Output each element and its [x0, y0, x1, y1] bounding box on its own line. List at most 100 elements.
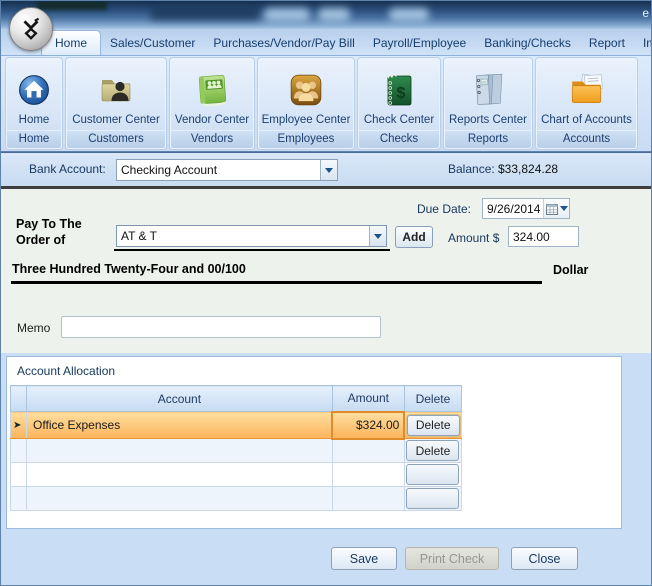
chevron-down-icon — [559, 206, 568, 211]
ribbon-group-home: Home Home — [6, 58, 62, 149]
delete-cell: Delete — [403, 411, 463, 439]
payee-dropdown-button[interactable] — [369, 226, 386, 246]
table-row — [9, 486, 463, 511]
ribbon-group-vendors: Vendor Center Vendors — [170, 58, 254, 149]
account-cell[interactable] — [26, 486, 333, 511]
payee-underline — [114, 249, 390, 251]
ribbon-group-employees: Employee Center Employees — [258, 58, 354, 149]
bank-account-select[interactable]: Checking Account — [116, 159, 338, 181]
chevron-down-icon — [374, 233, 382, 239]
table-row: Delete — [9, 438, 463, 463]
add-payee-button[interactable]: Add — [395, 226, 433, 248]
account-allocation-title: Account Allocation — [17, 364, 116, 378]
vendor-book-icon — [194, 66, 230, 114]
vendor-center-button[interactable]: Vendor Center — [171, 59, 253, 130]
customer-center-button[interactable]: Customer Center — [67, 59, 165, 130]
pay-to-line-1: Pay To The — [16, 217, 82, 231]
bank-account-value: Checking Account — [121, 163, 218, 177]
tab-purchases-vendor-pay-bill[interactable]: Purchases/Vendor/Pay Bill — [204, 31, 363, 55]
tab-import-export[interactable]: Import/Exp — [634, 31, 651, 55]
account-cell[interactable] — [26, 462, 333, 487]
row-selector-cell[interactable]: ➤ — [9, 411, 28, 439]
amount-words-underline — [11, 281, 542, 284]
amount-input[interactable] — [508, 226, 579, 247]
account-cell[interactable] — [26, 438, 333, 463]
tab-sales-customer[interactable]: Sales/Customer — [101, 31, 204, 55]
amount-cell[interactable]: $324.00 — [331, 410, 406, 440]
blurred-quick-button — [264, 8, 310, 21]
amount-cell[interactable] — [331, 438, 405, 463]
due-date-value: 9/26/2014 — [487, 201, 541, 216]
delete-row-button[interactable] — [406, 464, 460, 485]
payee-select[interactable]: AT & T — [116, 225, 387, 247]
delete-row-button[interactable]: Delete — [406, 414, 460, 436]
tab-payroll-employee[interactable]: Payroll/Employee — [364, 31, 475, 55]
ribbon-group-caption: Checks — [359, 130, 439, 148]
titlebar-edge-text: e — [642, 6, 649, 20]
check-form: Due Date: 9/26/2014 Pay To The Order of … — [1, 189, 651, 353]
app-menu-button[interactable] — [9, 7, 53, 51]
delete-cell — [403, 486, 463, 511]
table-row — [9, 462, 463, 487]
current-row-arrow-icon: ➤ — [13, 419, 22, 431]
ribbon-group-caption: Reports — [445, 130, 531, 148]
redacted-title-text — [37, 1, 107, 10]
ribbon-group-caption: Customers — [67, 130, 165, 148]
ribbon-group-reports: Reports Center Reports — [444, 58, 532, 149]
amount-cell[interactable] — [331, 462, 405, 487]
amount-in-words: Three Hundred Twenty-Four and 00/100 — [12, 262, 246, 276]
amount-label: Amount $ — [448, 231, 500, 245]
pay-to-line-2: Order of — [16, 233, 66, 247]
amount-column-header: Amount — [331, 385, 405, 412]
balance-label: Balance: — [448, 162, 495, 176]
app-logo-icon — [23, 17, 40, 40]
allocation-header-row: Account Amount Delete — [9, 385, 463, 412]
bank-account-label: Bank Account: — [29, 162, 106, 176]
due-date-field[interactable]: 9/26/2014 — [482, 198, 570, 219]
chevron-down-icon — [325, 167, 333, 173]
employee-center-button[interactable]: Employee Center — [259, 59, 353, 130]
close-button[interactable]: Close — [511, 547, 578, 570]
delete-row-button[interactable] — [406, 488, 460, 509]
bank-account-dropdown-button[interactable] — [320, 160, 337, 180]
tab-report[interactable]: Report — [580, 31, 634, 55]
delete-cell: Delete — [403, 438, 463, 463]
check-center-button[interactable]: $ Check Center — [359, 59, 439, 130]
blurred-quick-button — [318, 8, 350, 21]
row-selector-header — [9, 385, 28, 412]
titlebar: e — [1, 1, 651, 29]
bank-account-row: Bank Account: Checking Account Balance: … — [1, 153, 651, 186]
amount-cell[interactable] — [331, 486, 405, 511]
memo-input[interactable] — [61, 316, 381, 338]
row-selector-cell[interactable] — [9, 462, 28, 487]
customer-folder-icon — [97, 66, 135, 114]
payee-value: AT & T — [121, 229, 158, 243]
employee-people-icon — [289, 66, 323, 114]
account-allocation-panel: Account Allocation Account Amount Delete… — [6, 356, 622, 529]
row-selector-cell[interactable] — [9, 486, 28, 511]
svg-text:$: $ — [397, 85, 406, 102]
ribbon-group-caption: Accounts — [537, 130, 636, 148]
home-icon — [18, 66, 50, 114]
balance-value: $33,824.28 — [498, 162, 559, 176]
memo-label: Memo — [17, 321, 51, 335]
chart-of-accounts-button[interactable]: Chart of Accounts — [537, 59, 636, 130]
row-selector-cell[interactable] — [9, 438, 28, 463]
home-button[interactable]: Home — [7, 59, 61, 130]
delete-cell — [403, 462, 463, 487]
blurred-quick-button — [389, 8, 429, 21]
due-date-picker-button[interactable] — [543, 199, 569, 218]
reports-center-button[interactable]: Reports Center — [445, 59, 531, 130]
delete-row-button[interactable]: Delete — [406, 440, 460, 461]
calendar-icon — [545, 203, 558, 215]
redacted-window-title — [151, 7, 259, 20]
delete-column-header: Delete — [403, 385, 463, 412]
print-check-button[interactable]: Print Check — [405, 547, 499, 570]
save-button[interactable]: Save — [331, 547, 397, 570]
ribbon-group-caption: Home — [7, 130, 61, 148]
ribbon-tabs: Home Sales/Customer Purchases/Vendor/Pay… — [1, 29, 651, 56]
account-cell[interactable]: Office Expenses — [26, 411, 333, 439]
ribbon-group-caption: Employees — [259, 130, 353, 148]
tab-banking-checks[interactable]: Banking/Checks — [475, 31, 580, 55]
ribbon-group-caption: Vendors — [171, 130, 253, 148]
